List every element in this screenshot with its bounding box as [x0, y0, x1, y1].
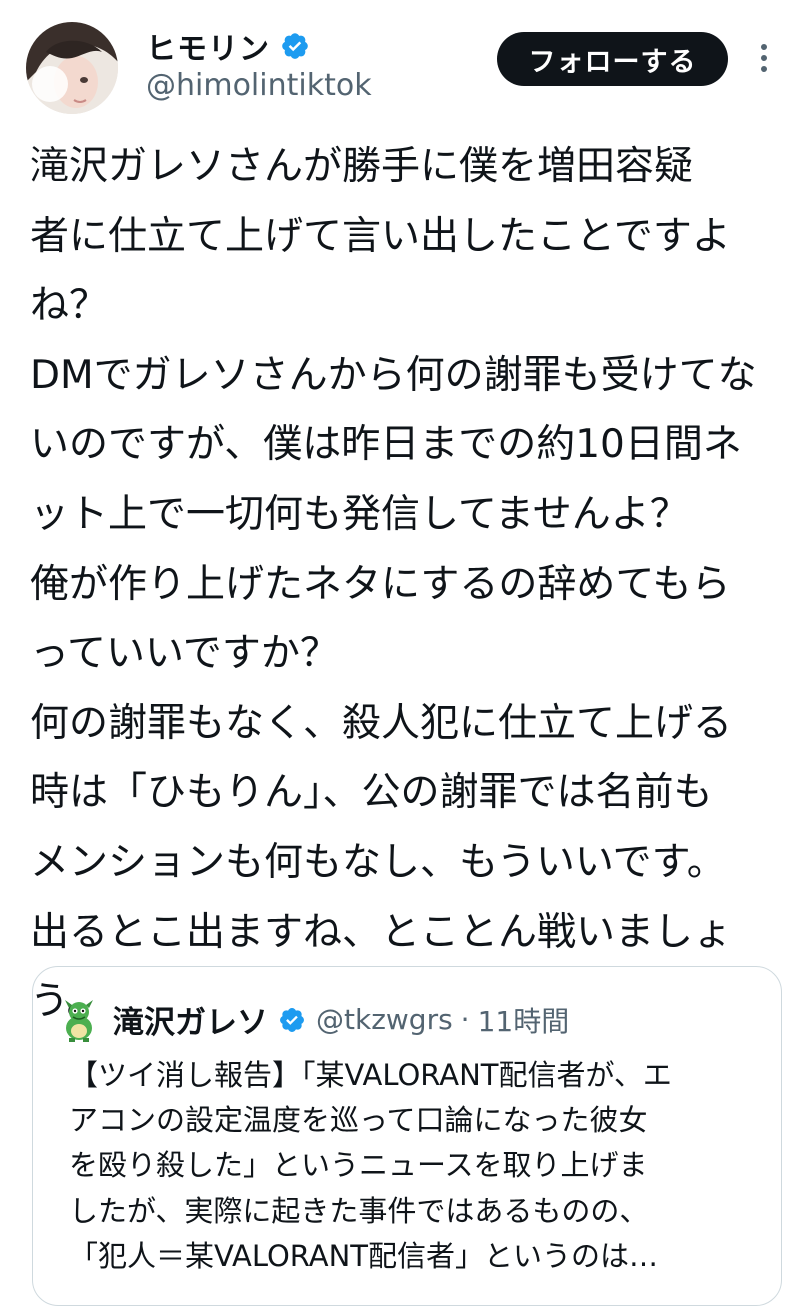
more-vertical-icon[interactable] [754, 40, 774, 80]
author-handle[interactable]: @himolintiktok [146, 68, 372, 103]
verified-badge-icon [282, 33, 308, 59]
quoted-tweet-text: 【ツイ消し報告】「某VALORANT配信者が、エ アコンの設定温度を巡って口論に… [69, 1058, 672, 1273]
quoted-author-handle: @tkzwgrs [316, 1003, 453, 1036]
dragon-avatar-icon [65, 999, 93, 1042]
avatar[interactable] [26, 22, 118, 114]
verified-badge-icon [280, 1007, 304, 1032]
author-display-name[interactable]: ヒモリン [146, 24, 270, 68]
tweet-header: ヒモリン @himolintiktok フォローする [0, 0, 809, 130]
quoted-timestamp: 11時間 [477, 1004, 570, 1038]
quoted-tweet[interactable]: 滝沢ガレソ @tkzwgrs · 11時間 【ツイ消し報告】「某VALORANT… [32, 966, 782, 1306]
quoted-tweet-header: 滝沢ガレソ @tkzwgrs · 11時間 [59, 997, 569, 1042]
author-name-row[interactable]: ヒモリン [146, 24, 310, 68]
separator-dot: · [460, 1003, 470, 1036]
quoted-author-name: 滝沢ガレソ [113, 1005, 268, 1041]
tweet-text: 滝沢ガレソさんが勝手に僕を増田容疑 者に仕立て上げて言い出したことですよ ね？ … [30, 144, 757, 1025]
follow-button[interactable]: フォローする [497, 32, 728, 86]
